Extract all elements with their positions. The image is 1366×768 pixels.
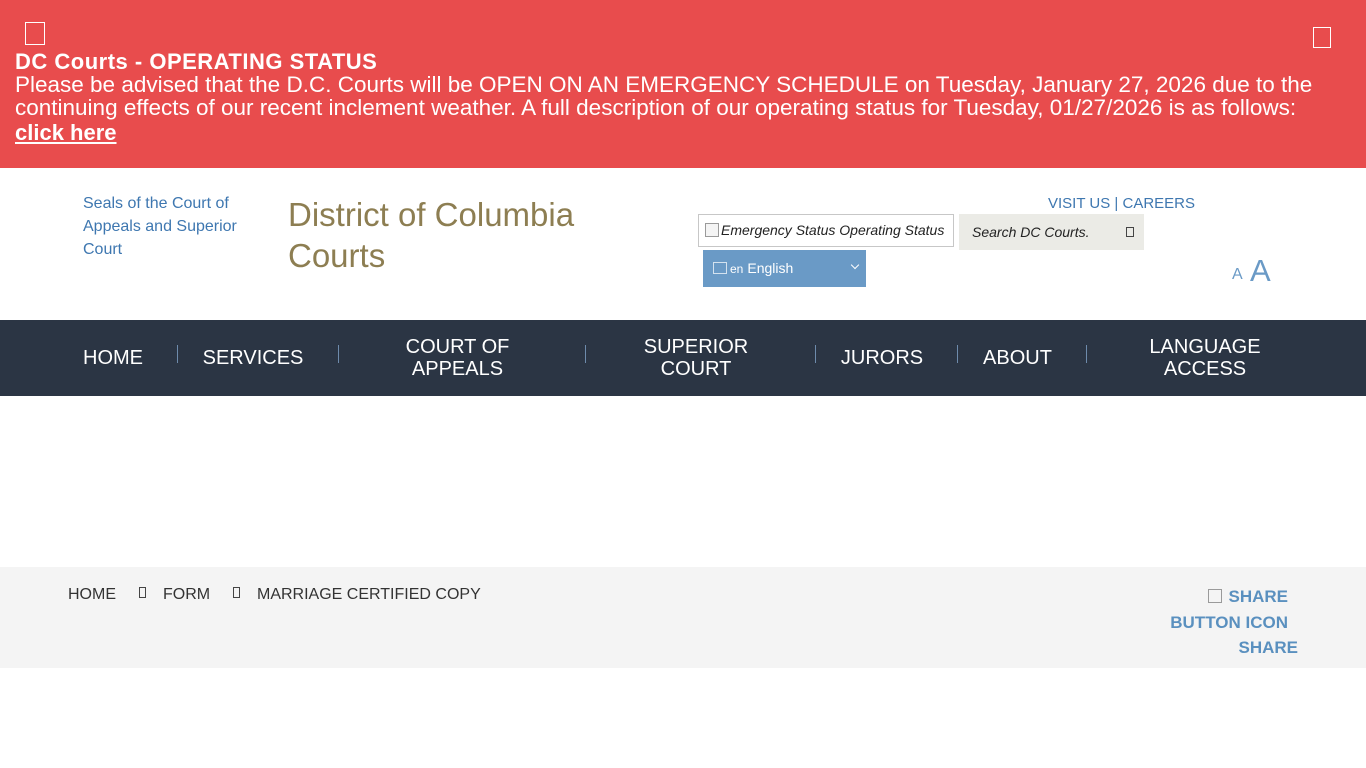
- chevron-down-icon: [850, 260, 860, 270]
- emergency-status-label: Emergency Status Operating Status: [721, 222, 945, 238]
- nav-item-court-of-appeals[interactable]: COURT OF APPEALS: [385, 320, 530, 396]
- breadcrumb-current: MARRIAGE CERTIFIED COPY: [257, 586, 481, 603]
- breadcrumb-separator-icon: [139, 587, 146, 598]
- top-links-separator: |: [1114, 195, 1119, 212]
- flag-alt-text: en: [730, 262, 744, 276]
- breadcrumb-form[interactable]: FORM: [163, 586, 210, 604]
- share-label: SHARE: [1238, 638, 1298, 657]
- alert-click-here-link[interactable]: click here: [15, 120, 117, 146]
- search-icon[interactable]: [1126, 227, 1134, 237]
- search-input[interactable]: [959, 214, 1119, 250]
- site-title[interactable]: District of Columbia Courts: [288, 194, 618, 276]
- font-size-small-button[interactable]: A: [1232, 266, 1243, 284]
- nav-separator: [177, 345, 178, 363]
- nav-item-language-access[interactable]: LANGUAGE ACCESS: [1125, 320, 1285, 396]
- breadcrumb-separator-icon: [233, 587, 240, 598]
- nav-item-services[interactable]: SERVICES: [193, 320, 313, 396]
- alert-body: Please be advised that the D.C. Courts w…: [15, 72, 1313, 120]
- nav-separator: [338, 345, 339, 363]
- share-image-alt: SHARE BUTTON ICON: [1170, 587, 1288, 632]
- operating-status-alert: DC Courts - OPERATING STATUS Please be a…: [0, 0, 1366, 168]
- careers-link[interactable]: CAREERS: [1123, 195, 1196, 212]
- share-button[interactable]: SHARE BUTTON ICON SHARE: [1153, 584, 1303, 661]
- nav-separator: [815, 345, 816, 363]
- flag-icon: [713, 262, 727, 274]
- share-icon: [1208, 589, 1223, 603]
- font-size-large-button[interactable]: A: [1250, 253, 1271, 289]
- nav-separator: [585, 345, 586, 363]
- top-links: VISIT US | CAREERS: [1048, 195, 1195, 212]
- emergency-status-image-icon: [705, 223, 719, 237]
- language-select[interactable]: en English: [703, 250, 866, 287]
- nav-item-jurors[interactable]: JURORS: [830, 320, 934, 396]
- nav-separator: [957, 345, 958, 363]
- alert-info-icon: [25, 22, 45, 45]
- breadcrumb-home[interactable]: HOME: [68, 586, 116, 604]
- search-box: [959, 214, 1144, 250]
- nav-item-superior-court[interactable]: SUPERIOR COURT: [630, 320, 762, 396]
- court-seals-logo[interactable]: Seals of the Court of Appeals and Superi…: [83, 192, 258, 261]
- nav-item-about[interactable]: ABOUT: [975, 320, 1060, 396]
- emergency-status-button[interactable]: Emergency Status Operating Status: [698, 214, 954, 247]
- language-label: English: [747, 260, 794, 276]
- nav-item-home[interactable]: HOME: [70, 320, 156, 396]
- main-nav: HOME SERVICES COURT OF APPEALS SUPERIOR …: [0, 320, 1366, 396]
- nav-separator: [1086, 345, 1087, 363]
- visit-us-link[interactable]: VISIT US: [1048, 195, 1110, 212]
- alert-close-icon[interactable]: [1313, 27, 1331, 48]
